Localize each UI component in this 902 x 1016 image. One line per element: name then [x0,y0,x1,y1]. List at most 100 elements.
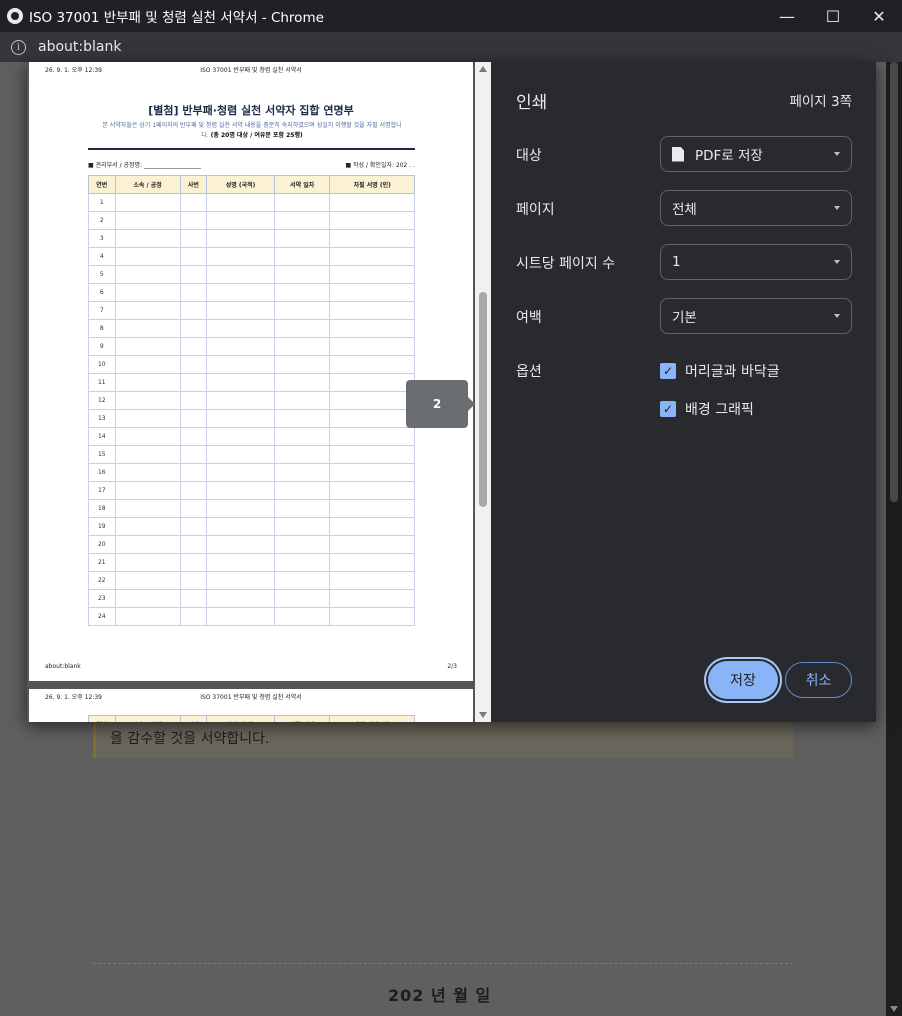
destination-select[interactable]: PDF로 저장 [660,136,852,172]
save-button[interactable]: 저장 [708,661,778,699]
scroll-down-icon[interactable] [479,712,487,718]
table-row: 10 [88,355,415,374]
row-number: 13 [88,409,116,428]
table-cell [329,229,415,248]
table-cell [329,463,415,482]
table-cell [273,229,331,248]
table-cell [206,193,275,212]
table-cell [273,589,331,608]
table-cell [329,499,415,518]
table-row: 19 [88,517,415,536]
table-cell [273,391,331,410]
table-cell [329,409,415,428]
table-cell [206,607,275,626]
cancel-button[interactable]: 취소 [785,662,852,698]
url-text[interactable]: about:blank [38,39,121,55]
table-cell [179,481,208,500]
row-number: 23 [88,589,116,608]
margins-label: 여백 [516,310,542,326]
table-cell [273,247,331,266]
signatory-table-continued: 연번소속 / 공정사번성명 (국적)서약 일자자필 서명 (인) [88,715,415,722]
row-number: 21 [88,553,116,572]
table-cell [273,193,331,212]
preview-desc-text: 본 서약자들은 상기 1페이지의 반부패 및 청렴 실천 서약 내용을 충분히 … [102,122,402,129]
table-cell [206,499,275,518]
date-line: 202 년 월 일 [388,986,492,1005]
table-cell [114,319,181,338]
address-bar: i about:blank [0,32,902,62]
headers-footers-checkbox[interactable]: ✓ [660,363,676,379]
table-cell [329,265,415,284]
table-cell [179,499,208,518]
preview-sheet-description: 본 서약자들은 상기 1페이지의 반부패 및 청렴 실천 서약 내용을 충분히 … [87,121,417,141]
globe-icon [7,8,23,24]
scroll-up-icon[interactable] [479,66,487,72]
table-cell [273,553,331,572]
pages-per-sheet-select[interactable]: 1 [660,244,852,280]
table-row: 1 [88,193,415,212]
table-cell [179,409,208,428]
table-cell [329,445,415,464]
print-preview[interactable]: 26. 9. 1. 오후 12:39 ISO 37001 반부패 및 청렴 실천… [27,62,491,722]
table-cell [273,571,331,590]
row-number: 12 [88,391,116,410]
page-count: 페이지 3쪽 [789,94,852,110]
table-header-cell: 서약 일자 [273,175,331,194]
table-cell [114,193,181,212]
minimize-button[interactable]: — [764,0,810,32]
table-cell [206,481,275,500]
info-icon[interactable]: i [11,39,26,55]
table-row: 12 [88,391,415,410]
close-button[interactable]: ✕ [856,0,902,32]
table-row: 6 [88,283,415,302]
preview-sheet-title: [별첨] 반부패·청렴 실천 서약자 집합 연명부 [148,104,354,117]
row-number: 7 [88,301,116,320]
table-cell [329,373,415,392]
preview-scrollbar-thumb[interactable] [479,292,487,507]
preview-header-title: ISO 37001 반부패 및 청렴 실천 서약서 [200,694,302,701]
table-cell [206,301,275,320]
table-cell [329,301,415,320]
chevron-down-icon [834,314,840,318]
table-cell [329,571,415,590]
preview-title-rule [88,148,415,150]
page-scrollbar[interactable] [886,62,902,1016]
options-label: 옵션 [516,364,542,380]
table-row: 11 [88,373,415,392]
maximize-button[interactable]: ☐ [810,0,856,32]
table-cell [179,517,208,536]
table-cell [114,427,181,446]
table-cell [179,553,208,572]
table-cell [329,517,415,536]
table-row: 16 [88,463,415,482]
table-cell [114,229,181,248]
table-cell [206,283,275,302]
preview-scrollbar[interactable] [475,62,491,722]
table-cell [206,265,275,284]
margins-select[interactable]: 기본 [660,298,852,334]
pages-per-sheet-label: 시트당 페이지 수 [516,256,616,272]
table-cell [114,463,181,482]
scroll-down-icon[interactable] [890,1006,898,1012]
table-cell [206,463,275,482]
table-cell [179,265,208,284]
table-cell [179,607,208,626]
print-title: 인쇄 [516,93,548,113]
table-cell [206,247,275,266]
table-cell [273,463,331,482]
table-row: 20 [88,535,415,554]
table-cell [179,445,208,464]
row-number: 9 [88,337,116,356]
table-cell [329,481,415,500]
background-graphics-option[interactable]: ✓ 배경 그래픽 [660,399,754,419]
pages-select[interactable]: 전체 [660,190,852,226]
document-icon [672,146,684,162]
table-cell [114,589,181,608]
row-number: 24 [88,607,116,626]
row-number: 11 [88,373,116,392]
background-graphics-checkbox[interactable]: ✓ [660,401,676,417]
table-cell [329,553,415,572]
table-cell [114,535,181,554]
page-scrollbar-thumb[interactable] [890,62,898,502]
headers-footers-option[interactable]: ✓ 머리글과 바닥글 [660,361,780,381]
